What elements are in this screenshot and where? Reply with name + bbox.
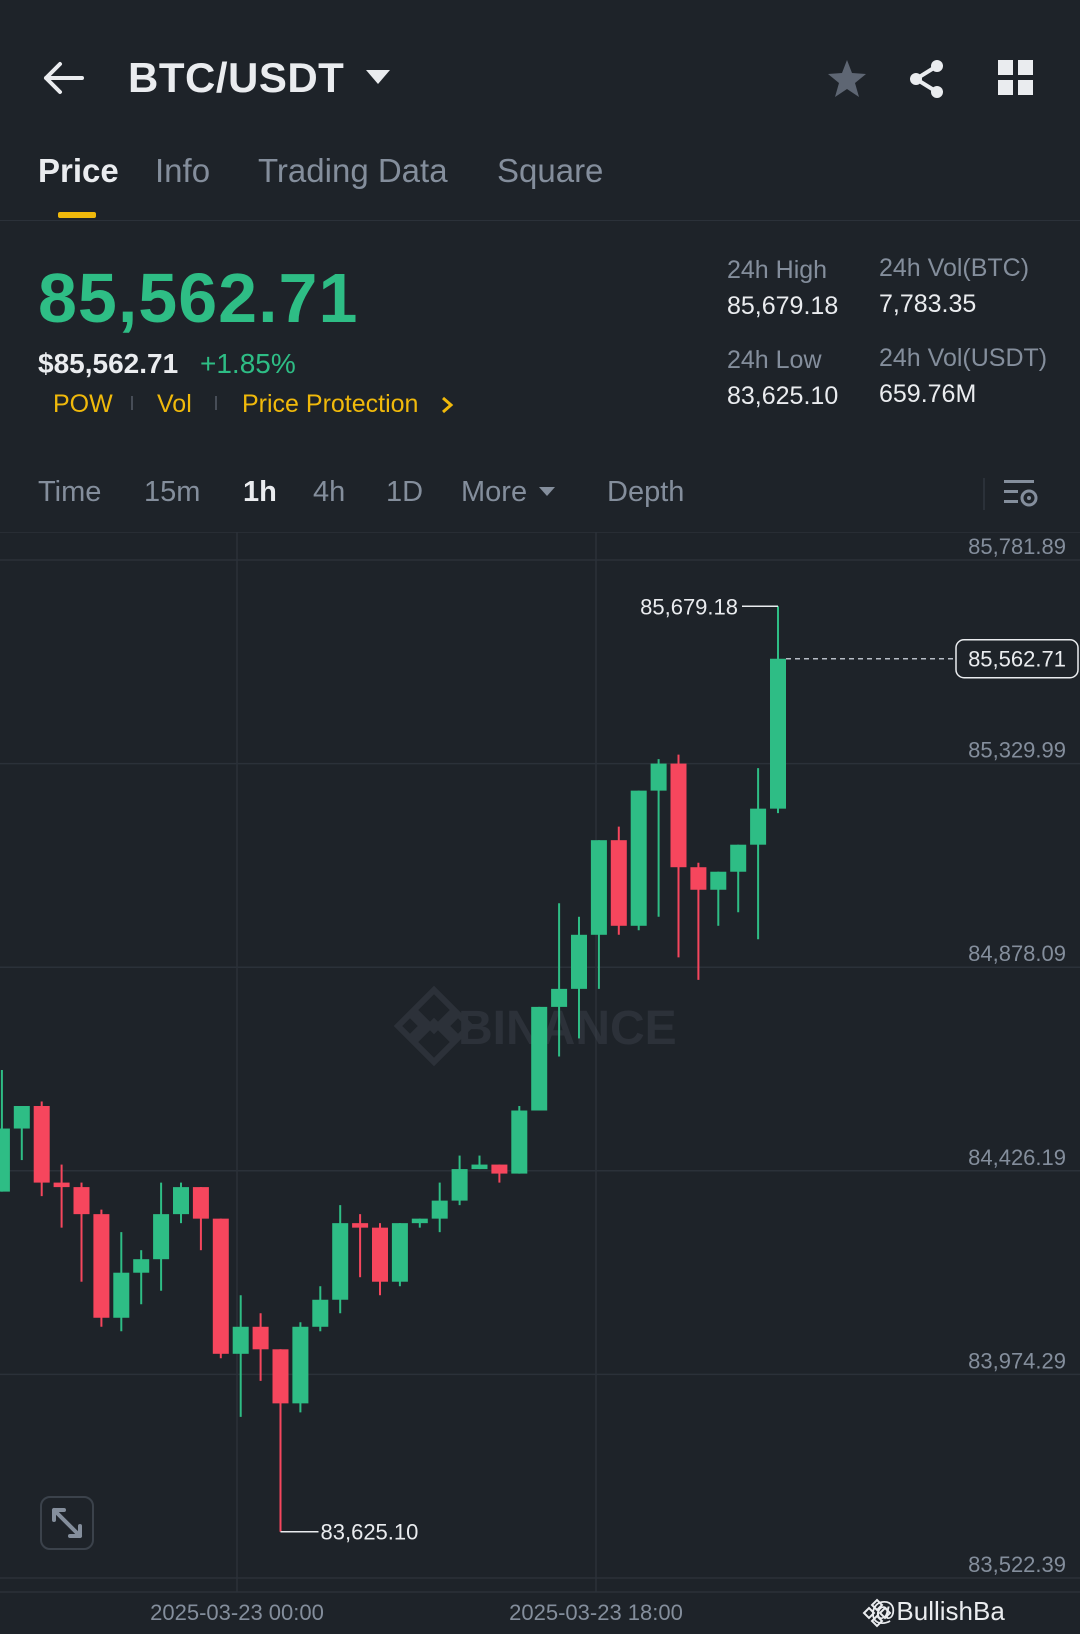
candle-body <box>590 840 607 935</box>
candle-body <box>610 840 627 926</box>
candle-body <box>332 1223 349 1300</box>
expand-chart-button[interactable] <box>40 1496 94 1550</box>
candle-body <box>730 844 747 872</box>
candle-body <box>710 871 727 890</box>
candle-body <box>352 1223 369 1228</box>
last-price: 85,562.71 <box>38 259 359 337</box>
share-icon[interactable] <box>906 58 948 100</box>
y-tick-label: 85,329.99 <box>968 738 1066 763</box>
author-credit: @BullishBa <box>870 1596 1005 1626</box>
candle-body <box>192 1187 209 1219</box>
candle-body <box>670 763 687 868</box>
divider <box>983 478 985 510</box>
candle-body <box>650 763 667 791</box>
tag-separator <box>131 396 133 410</box>
current-price-label: 85,562.71 <box>968 647 1066 672</box>
y-tick-label: 84,426.19 <box>968 1145 1066 1170</box>
candle-body <box>451 1169 468 1201</box>
y-tick-label: 84,878.09 <box>968 941 1066 966</box>
dropdown-caret-icon[interactable] <box>538 486 556 498</box>
interval-4h[interactable]: 4h <box>313 476 345 509</box>
stat-24h-high-label: 24h High <box>727 256 828 284</box>
chart-settings-icon[interactable] <box>1002 474 1040 512</box>
expand-icon <box>52 1508 82 1538</box>
candle-body <box>690 867 707 890</box>
candle-body <box>431 1200 448 1219</box>
candle-body <box>93 1214 110 1318</box>
watermark-text: BINANCE <box>458 1002 677 1055</box>
interval-15m[interactable]: 15m <box>144 476 200 509</box>
y-tick-label: 83,522.39 <box>968 1552 1066 1577</box>
tag-vol[interactable]: Vol <box>157 390 192 419</box>
candle-body <box>153 1214 170 1260</box>
interval-more[interactable]: More <box>461 476 527 509</box>
dropdown-caret-icon[interactable] <box>364 68 392 88</box>
tab-square[interactable]: Square <box>497 152 603 190</box>
candle-body <box>511 1110 528 1174</box>
y-tick-label: 83,974.29 <box>968 1348 1066 1373</box>
active-tab-indicator <box>58 212 96 218</box>
high-marker-label: 85,679.18 <box>640 594 738 619</box>
depth-tab[interactable]: Depth <box>607 476 684 509</box>
stat-24h-low-value: 83,625.10 <box>727 382 839 410</box>
candle-body <box>33 1106 50 1183</box>
divider <box>0 220 1080 221</box>
chevron-right-icon[interactable] <box>440 396 454 414</box>
tag-price-protection[interactable]: Price Protection <box>242 390 418 419</box>
candle-body <box>630 790 647 926</box>
low-marker-label: 83,625.10 <box>321 1520 419 1545</box>
candle-body <box>551 988 568 1007</box>
price-change-percent: +1.85% <box>200 348 296 379</box>
candle-body <box>53 1182 70 1188</box>
candle-body <box>531 1006 548 1111</box>
candle-body <box>411 1218 428 1224</box>
trading-pair-title[interactable]: BTC/USDT <box>128 54 344 102</box>
star-icon[interactable] <box>826 58 868 100</box>
interval-time[interactable]: Time <box>38 476 101 509</box>
candle-body <box>133 1259 150 1273</box>
stat-24h-vol-btc-label: 24h Vol(BTC) <box>879 254 1030 282</box>
usd-price: $85,562.71 <box>38 348 179 379</box>
candle-body <box>212 1218 229 1354</box>
candle-body <box>73 1187 90 1215</box>
x-tick-label: 2025-03-23 18:00 <box>509 1600 683 1625</box>
x-tick-label: 2025-03-23 00:00 <box>150 1600 324 1625</box>
stat-24h-low-label: 24h Low <box>727 346 822 374</box>
y-tick-label: 85,781.89 <box>968 534 1066 559</box>
tab-price[interactable]: Price <box>38 152 119 190</box>
candle-body <box>113 1272 130 1318</box>
tag-pow[interactable]: POW <box>53 390 113 419</box>
candle-body <box>750 808 767 845</box>
stat-24h-vol-usdt-label: 24h Vol(USDT) <box>879 344 1048 372</box>
interval-1d[interactable]: 1D <box>386 476 423 509</box>
candle-body <box>0 1128 10 1192</box>
candle-body <box>491 1164 508 1174</box>
stat-24h-vol-btc-value: 7,783.35 <box>879 290 977 318</box>
candle-body <box>232 1326 249 1354</box>
candle-body <box>571 934 587 989</box>
back-arrow-icon[interactable] <box>40 58 86 98</box>
candlestick-chart[interactable]: BINANCE 85,562.71 85,679.18 83,625.10 85,7… <box>0 532 1080 1634</box>
candle-body <box>292 1326 309 1404</box>
candle-body <box>173 1187 189 1215</box>
stat-24h-vol-usdt-value: 659.76M <box>879 380 977 408</box>
candle-body <box>471 1164 488 1170</box>
candle-body <box>391 1223 408 1282</box>
candle-body <box>272 1349 289 1404</box>
candle-body <box>252 1326 269 1350</box>
tab-trading-data[interactable]: Trading Data <box>258 152 448 190</box>
grid-icon[interactable] <box>996 58 1036 98</box>
interval-1h[interactable]: 1h <box>243 476 277 509</box>
tag-separator <box>215 396 217 410</box>
tab-info[interactable]: Info <box>155 152 210 190</box>
candle-body <box>372 1227 388 1282</box>
candle-body <box>770 658 786 809</box>
candle-body <box>13 1106 30 1129</box>
candle-body <box>312 1299 329 1327</box>
stat-24h-high-value: 85,679.18 <box>727 292 839 320</box>
